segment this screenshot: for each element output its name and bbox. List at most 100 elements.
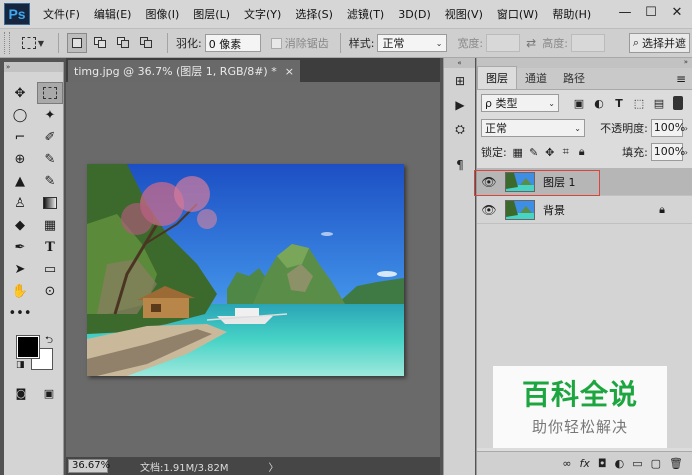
new-selection-button[interactable] [67,33,87,53]
menu-type[interactable]: 文字(Y) [237,6,288,22]
magic-wand-tool-icon[interactable]: ✦ [37,104,63,126]
document-image[interactable] [87,164,404,376]
type-tool-icon[interactable]: T [37,236,63,258]
filter-shape-icon[interactable]: ⬚ [629,97,649,110]
healing-brush-tool-icon[interactable]: ⊕ [7,148,33,170]
lock-artboard-icon[interactable]: ⌗ [558,145,574,159]
eyedropper-tool-icon[interactable]: ✐ [37,126,63,148]
new-group-icon[interactable]: ▭ [632,457,642,470]
clone-stamp-tool-icon[interactable]: ▲ [7,170,33,192]
add-selection-button[interactable] [90,33,110,53]
path-selection-tool-icon[interactable]: ➤ [7,258,33,280]
zoom-tool-icon[interactable]: ⊙ [37,280,63,302]
antialias-checkbox[interactable] [270,37,282,49]
new-layer-icon[interactable]: ▢ [651,457,661,470]
trash-icon[interactable]: 🗑 [669,457,683,470]
history-brush-tool-icon[interactable]: ✎ [37,170,63,192]
filter-type-icon[interactable]: T [609,97,629,110]
menu-file[interactable]: 文件(F) [36,6,87,22]
lasso-tool-icon[interactable]: ◯ [7,104,33,126]
link-layers-icon[interactable]: ∞ [562,457,571,470]
maximize-button[interactable]: ☐ [640,2,662,22]
tool-preset-picker[interactable]: ▼ [16,32,50,54]
chevron-right-icon[interactable]: › [685,124,688,133]
layer-thumbnail-image [506,200,534,219]
adjustment-layer-icon[interactable]: ◐ [615,457,625,470]
menu-view[interactable]: 视图(V) [438,6,490,22]
menu-window[interactable]: 窗口(W) [490,6,545,22]
blend-mode-select[interactable]: 正常 ⌄ [481,119,585,137]
properties-panel-icon[interactable]: ⛭ [444,118,476,140]
tab-layers[interactable]: 图层 [477,66,517,89]
rectangle-tool-icon[interactable]: ▭ [37,258,63,280]
brush-tool-icon[interactable]: ✎ [37,148,63,170]
dock-collapse[interactable]: « [444,58,475,68]
history-panel-icon[interactable]: ⊞ [444,70,476,92]
pen-tool-icon[interactable]: ✒ [7,236,33,258]
add-mask-icon[interactable]: ◘ [598,457,607,470]
eraser-tool-icon[interactable]: ♙ [7,192,33,214]
fill-input[interactable]: 100% [650,143,685,161]
lock-image-icon[interactable]: ✎ [526,146,542,159]
foreground-color-swatch[interactable] [16,335,40,359]
menu-edit[interactable]: 编辑(E) [87,6,139,22]
move-tool-icon[interactable]: ✥ [7,82,33,104]
quick-mask-icon[interactable]: ◙ [12,384,30,402]
document-tab[interactable]: timg.jpg @ 36.7% (图层 1, RGB/8#) * × [68,60,300,82]
rect-marquee-tool-icon[interactable] [37,82,63,104]
filter-pixel-icon[interactable]: ▣ [569,97,589,110]
canvas[interactable] [66,82,440,457]
intersect-selection-button[interactable] [136,33,156,53]
minimize-button[interactable]: — [614,2,636,22]
menu-3d[interactable]: 3D(D) [391,8,438,21]
panel-menu-icon[interactable]: ≡ [676,72,686,86]
lock-position-icon[interactable]: ✥ [542,146,558,159]
lock-all-icon[interactable]: 🔒︎ [574,145,590,159]
style-select[interactable]: 正常 ⌄ [377,34,448,52]
dodge-tool-icon[interactable]: ▦ [37,214,63,236]
document-info[interactable]: 文档:1.91M/3.82M [140,459,229,474]
menu-help[interactable]: 帮助(H) [545,6,598,22]
options-grip[interactable] [4,32,10,54]
divider [339,33,341,53]
layer-filter-select[interactable]: ρ 类型 ⌄ [481,94,559,112]
close-button[interactable]: ✕ [666,2,688,22]
lock-transparent-icon[interactable]: ▦ [510,146,526,159]
filter-toggle[interactable] [673,96,683,110]
tab-paths[interactable]: 路径 [555,67,593,89]
status-menu-icon[interactable]: 〉 [269,459,279,474]
screen-mode-icon[interactable]: ▣ [40,384,58,402]
more-tools-icon[interactable]: ••• [7,302,33,324]
swap-colors-icon[interactable]: ⮌ [45,333,53,350]
filter-adjustment-icon[interactable]: ◐ [589,97,609,110]
chevron-right-icon[interactable]: › [685,148,688,157]
subtract-selection-button[interactable] [113,33,133,53]
select-and-mask-button[interactable]: ⌕ 选择并遮 [628,33,690,53]
panel-collapse[interactable]: » [4,62,63,72]
hand-tool-icon[interactable]: ✋ [7,280,33,302]
tab-channels[interactable]: 通道 [517,67,555,89]
menu-layer[interactable]: 图层(L) [186,6,237,22]
crop-tool-icon[interactable]: ⌐ [7,126,33,148]
opacity-input[interactable]: 100% [650,119,685,137]
filter-smart-object-icon[interactable]: ▤ [649,97,669,110]
close-tab-icon[interactable]: × [285,65,294,78]
menu-select[interactable]: 选择(S) [288,6,340,22]
gradient-tool-icon[interactable] [37,192,63,214]
feather-input[interactable]: 0 像素 [204,34,261,52]
visibility-eye-icon[interactable]: 👁︎ [477,175,501,189]
swap-dimensions-icon[interactable]: ⇄ [526,36,536,50]
zoom-input[interactable]: 36.67% [68,459,110,473]
menu-filter[interactable]: 滤镜(T) [340,6,391,22]
height-input[interactable] [570,34,605,52]
paragraph-panel-icon[interactable]: ¶ [444,154,476,176]
layer-row[interactable]: 👁︎ 背景 🔒︎ [477,196,692,224]
layer-style-icon[interactable]: fx [580,457,590,470]
menu-image[interactable]: 图像(I) [138,6,186,22]
width-input[interactable] [486,34,521,52]
blur-tool-icon[interactable]: ◆ [7,214,33,236]
visibility-eye-icon[interactable]: 👁︎ [477,203,501,217]
actions-panel-icon[interactable]: ▶ [444,94,476,116]
default-colors-icon[interactable]: ◨ [16,360,25,370]
layer-row[interactable]: 👁︎ 图层 1 [474,168,692,196]
